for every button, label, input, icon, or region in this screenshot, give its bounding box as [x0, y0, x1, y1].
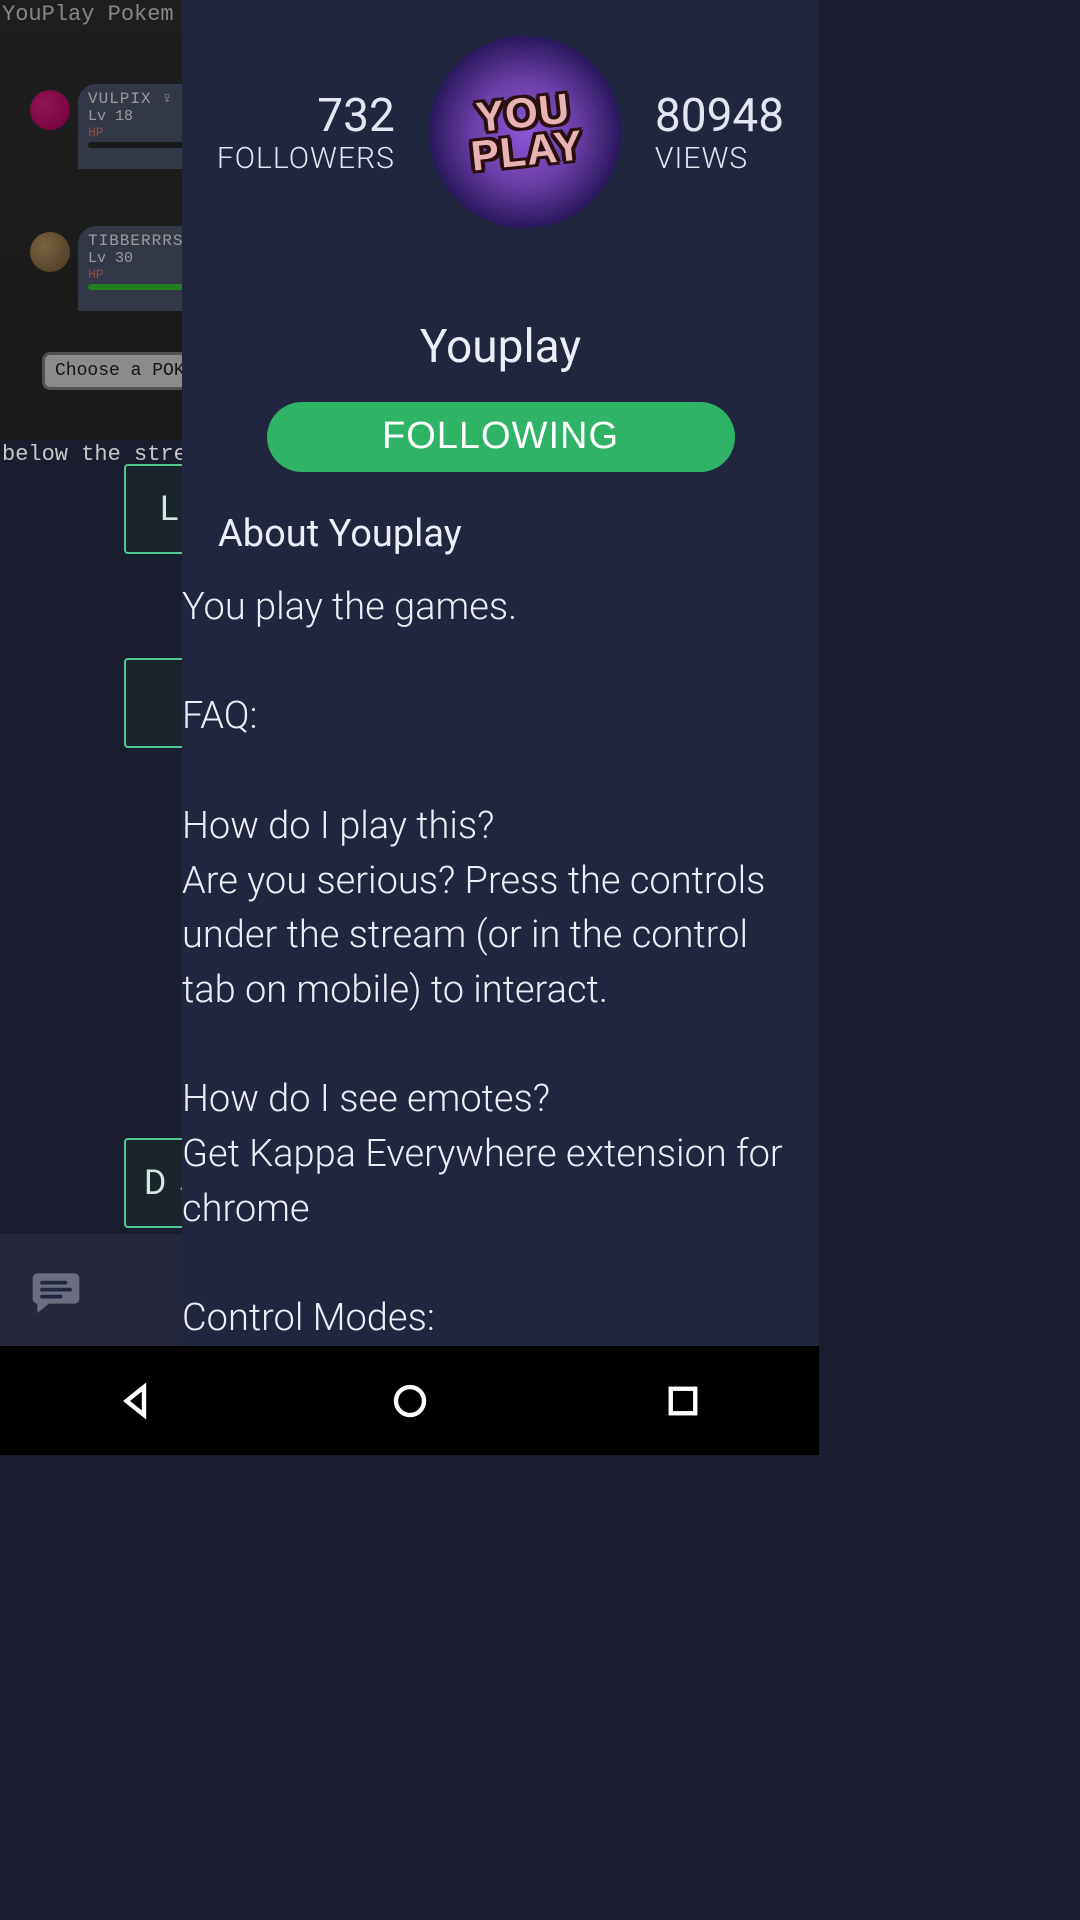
channel-name: Youplay [182, 320, 819, 374]
recent-icon [662, 1380, 704, 1422]
profile-panel: 732 FOLLOWERS YOU PLAY 80948 VIEWS Youpl… [182, 0, 819, 1346]
home-icon [389, 1380, 431, 1422]
following-button-label: FOLLOWING [382, 415, 619, 458]
stream-title: YouPlay Pokem [2, 2, 174, 27]
channel-avatar[interactable]: YOU PLAY [429, 36, 621, 228]
chat-button[interactable] [28, 1264, 84, 1320]
views-stat: 80948 VIEWS [655, 89, 784, 176]
pokemon-icon [30, 90, 70, 130]
views-label: VIEWS [655, 141, 784, 176]
nav-back-button[interactable] [105, 1369, 169, 1433]
back-icon [116, 1380, 158, 1422]
followers-count: 732 [217, 89, 395, 143]
pokemon-icon [30, 232, 70, 272]
followers-label: FOLLOWERS [217, 141, 395, 176]
nav-recent-button[interactable] [651, 1369, 715, 1433]
control-button-label: L [160, 489, 178, 529]
avatar-logo-text: YOU PLAY [429, 84, 621, 179]
about-heading: About Youplay [218, 512, 819, 556]
about-body[interactable]: You play the games. FAQ: How do I play t… [182, 556, 819, 1346]
views-count: 80948 [655, 89, 784, 143]
profile-header: 732 FOLLOWERS YOU PLAY 80948 VIEWS [182, 0, 819, 248]
followers-stat: 732 FOLLOWERS [217, 89, 395, 176]
android-nav-bar [0, 1346, 819, 1455]
chat-icon [28, 1264, 84, 1320]
control-button-label: D [144, 1163, 166, 1203]
choose-pokemon-prompt: Choose a POK [42, 352, 198, 390]
following-button[interactable]: FOLLOWING [267, 402, 735, 472]
nav-home-button[interactable] [378, 1369, 442, 1433]
